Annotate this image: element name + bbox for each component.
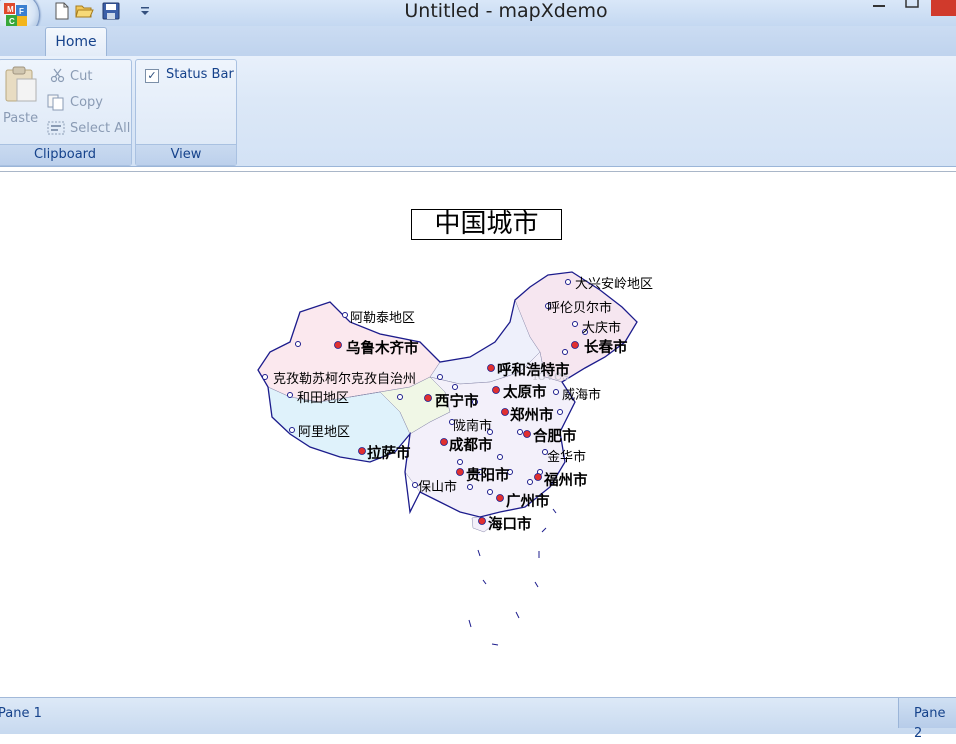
close-button[interactable]	[931, 0, 956, 16]
city-label: 太原市	[503, 385, 547, 401]
maximize-icon[interactable]	[902, 0, 922, 18]
city-label: 金华市	[547, 450, 587, 465]
status-bar-option-label[interactable]: Status Bar	[166, 67, 234, 82]
city-label: 长春市	[584, 340, 628, 356]
paste-icon	[5, 66, 37, 102]
paste-button[interactable]: Paste	[3, 111, 38, 126]
city-label: 郑州市	[510, 408, 554, 424]
clipboard-group: Paste Cut Copy Select All Clipboard	[0, 59, 132, 166]
ribbon-tab-strip: Home	[0, 26, 956, 56]
city-label: 呼和浩特市	[497, 363, 570, 379]
minimize-icon[interactable]	[870, 0, 888, 18]
city-label: 西宁市	[435, 394, 479, 410]
city-label: 大兴安岭地区	[575, 277, 654, 292]
copy-icon	[47, 94, 64, 111]
city-label: 贵阳市	[466, 468, 510, 484]
copy-button[interactable]: Copy	[70, 95, 103, 110]
select-all-icon	[47, 121, 65, 135]
window-title: Untitled - mapXdemo	[404, 0, 608, 22]
city-label: 威海市	[562, 388, 602, 403]
view-group-label: View	[136, 144, 236, 165]
city-label: 乌鲁木齐市	[346, 341, 419, 357]
clipboard-group-label: Clipboard	[0, 144, 131, 165]
map-view[interactable]: 中国城市 loves 大兴安岭地区 呼伦贝尔市 大庆市 长春市 阿勒泰地区 乌鲁…	[0, 171, 956, 696]
status-pane-1: Pane 1	[0, 706, 42, 721]
city-label: 呼伦贝尔市	[547, 301, 613, 316]
cut-icon	[50, 68, 65, 83]
city-label: 福州市	[544, 473, 588, 489]
title-bar: M F C Untitled - mapXdemo	[0, 0, 956, 38]
city-label: 合肥市	[533, 429, 577, 445]
cut-button[interactable]: Cut	[70, 69, 92, 84]
status-pane-2-container: Pane 2	[898, 698, 956, 741]
city-label: 广州市	[506, 494, 550, 510]
status-bar: Pane 1 Pane 2	[0, 697, 956, 741]
city-label: 阿勒泰地区	[350, 311, 416, 326]
status-pane-2: Pane 2	[914, 706, 946, 741]
status-bar-checkbox[interactable]: ✓	[145, 69, 159, 83]
tab-home[interactable]: Home	[45, 27, 107, 56]
city-label: 大庆市	[582, 321, 622, 336]
ribbon-panel: Paste Cut Copy Select All Clipboard ✓ St…	[0, 56, 956, 167]
city-label: 克孜勒苏柯尔克孜自治州	[273, 372, 417, 387]
select-all-button[interactable]: Select All	[70, 121, 130, 136]
city-label: 和田地区	[297, 391, 350, 406]
city-label: 保山市	[418, 480, 458, 495]
view-group: ✓ Status Bar View	[135, 59, 237, 166]
city-label: 成都市	[449, 438, 493, 454]
city-label: 阿里地区	[298, 425, 351, 440]
city-label: 拉萨市	[367, 446, 411, 462]
city-label: 海口市	[488, 517, 532, 533]
city-label: 陇南市	[453, 419, 493, 434]
